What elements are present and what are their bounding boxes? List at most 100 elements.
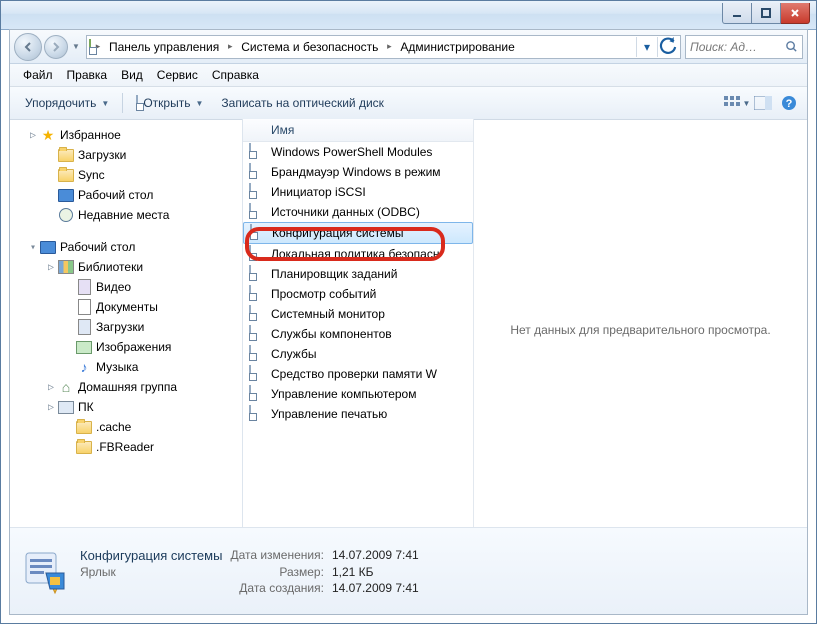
address-bar[interactable]: ▸ Панель управления ▸ Система и безопасн… <box>86 35 681 59</box>
menu-tools[interactable]: Сервис <box>150 66 205 84</box>
tree-homegroup[interactable]: ▷⌂Домашняя группа <box>10 377 242 397</box>
column-header-name[interactable]: Имя <box>243 119 473 142</box>
tree-libraries[interactable]: ▷Библиотеки <box>10 257 242 277</box>
file-row[interactable]: Системный монитор <box>243 304 473 324</box>
tree-item[interactable]: Изображения <box>10 337 242 357</box>
menu-file[interactable]: Файл <box>16 66 60 84</box>
file-label: Конфигурация системы <box>272 226 403 240</box>
file-row[interactable]: Просмотр событий <box>243 284 473 304</box>
file-row[interactable]: Windows PowerShell Modules <box>243 142 473 162</box>
titlebar[interactable] <box>1 1 816 30</box>
file-label: Службы компонентов <box>271 327 392 341</box>
file-row[interactable]: Средство проверки памяти W <box>243 364 473 384</box>
file-row[interactable]: Конфигурация системы <box>243 222 473 244</box>
preview-pane-button[interactable] <box>751 91 775 115</box>
shortcut-icon <box>250 225 266 241</box>
chevron-right-icon[interactable]: ▸ <box>223 41 237 52</box>
star-icon: ★ <box>40 127 56 143</box>
explorer-window: ▼ ▸ Панель управления ▸ Система и безопа… <box>0 0 817 624</box>
maximize-button[interactable] <box>752 3 781 24</box>
address-dropdown[interactable]: ▾ <box>636 37 657 57</box>
tree-pc[interactable]: ▷ПК <box>10 397 242 417</box>
desktop-icon <box>58 187 74 203</box>
folder-icon <box>58 147 74 163</box>
tree-item[interactable]: Рабочий стол <box>10 185 242 205</box>
open-button[interactable]: Открыть▼ <box>127 92 212 114</box>
shortcut-icon <box>249 366 265 382</box>
chevron-right-icon[interactable]: ▸ <box>382 41 396 52</box>
pc-icon <box>58 399 74 415</box>
breadcrumb[interactable]: Панель управления <box>105 36 223 58</box>
shortcut-icon <box>249 164 265 180</box>
file-label: Брандмауэр Windows в режим <box>271 165 441 179</box>
shortcut-icon <box>249 306 265 322</box>
help-button[interactable]: ? <box>777 91 801 115</box>
burn-button[interactable]: Записать на оптический диск <box>212 92 393 114</box>
views-button[interactable]: ▼ <box>725 91 749 115</box>
tree-item[interactable]: .cache <box>10 417 242 437</box>
back-button[interactable] <box>14 33 42 61</box>
file-label: Системный монитор <box>271 307 385 321</box>
tree-desktop[interactable]: ▾Рабочий стол <box>10 237 242 257</box>
file-label: Средство проверки памяти W <box>271 367 437 381</box>
navigation-tree[interactable]: ▷★Избранное Загрузки Sync Рабочий стол Н… <box>10 119 243 540</box>
breadcrumb[interactable]: Администрирование <box>396 36 518 58</box>
file-row[interactable]: Службы компонентов <box>243 324 473 344</box>
music-icon: ♪ <box>76 359 92 375</box>
details-pane: Конфигурация системы Дата изменения: 14.… <box>10 527 807 614</box>
open-icon <box>136 96 138 110</box>
tree-item[interactable]: Загрузки <box>10 317 242 337</box>
file-label: Управление компьютером <box>271 387 416 401</box>
menu-edit[interactable]: Правка <box>60 66 115 84</box>
shortcut-icon <box>249 144 265 160</box>
file-list[interactable]: Имя Windows PowerShell Modules Брандмауэр… <box>243 119 474 540</box>
tree-item[interactable]: Недавние места <box>10 205 242 225</box>
file-row[interactable]: Источники данных (ODBC) <box>243 202 473 222</box>
shortcut-icon <box>249 266 265 282</box>
minimize-button[interactable] <box>722 3 752 24</box>
file-label: Планировщик заданий <box>271 267 397 281</box>
file-row[interactable]: Инициатор iSCSI <box>243 182 473 202</box>
folder-icon <box>76 439 92 455</box>
tree-favorites[interactable]: ▷★Избранное <box>10 125 242 145</box>
folder-icon <box>76 419 92 435</box>
tree-item[interactable]: Документы <box>10 297 242 317</box>
breadcrumb[interactable]: Система и безопасность <box>237 36 382 58</box>
forward-button[interactable] <box>44 35 68 59</box>
file-label: Просмотр событий <box>271 287 376 301</box>
shortcut-icon <box>249 386 265 402</box>
file-row[interactable]: Планировщик заданий <box>243 264 473 284</box>
tree-item[interactable]: Загрузки <box>10 145 242 165</box>
shortcut-icon <box>249 326 265 342</box>
file-row[interactable]: Управление компьютером <box>243 384 473 404</box>
shortcut-icon <box>249 246 265 262</box>
file-label: Windows PowerShell Modules <box>271 145 432 159</box>
libraries-icon <box>58 259 74 275</box>
navigation-bar: ▼ ▸ Панель управления ▸ Система и безопа… <box>10 30 807 64</box>
file-row[interactable]: Брандмауэр Windows в режим <box>243 162 473 182</box>
menu-view[interactable]: Вид <box>114 66 150 84</box>
refresh-button[interactable] <box>657 37 678 57</box>
shortcut-icon <box>249 204 265 220</box>
close-button[interactable] <box>781 3 810 24</box>
file-row[interactable]: Управление печатью <box>243 404 473 424</box>
file-row[interactable]: Локальная политика безопасн <box>243 244 473 264</box>
tree-item[interactable]: .FBReader <box>10 437 242 457</box>
homegroup-icon: ⌂ <box>58 379 74 395</box>
search-icon <box>785 40 798 53</box>
organize-button[interactable]: Упорядочить▼ <box>16 92 118 114</box>
menu-help[interactable]: Справка <box>205 66 266 84</box>
tree-item[interactable]: Видео <box>10 277 242 297</box>
shortcut-icon <box>249 286 265 302</box>
folder-icon <box>89 40 91 54</box>
tree-item[interactable]: Sync <box>10 165 242 185</box>
tree-item[interactable]: ♪Музыка <box>10 357 242 377</box>
folder-icon <box>58 167 74 183</box>
file-row[interactable]: Службы <box>243 344 473 364</box>
search-input[interactable]: Поиск: Ад… <box>685 35 803 59</box>
details-name: Конфигурация системы <box>80 548 222 563</box>
details-label-modified: Дата изменения: <box>230 548 324 562</box>
file-label: Источники данных (ODBC) <box>271 205 420 219</box>
nav-history-dropdown[interactable]: ▼ <box>70 42 82 51</box>
shortcut-icon <box>249 346 265 362</box>
